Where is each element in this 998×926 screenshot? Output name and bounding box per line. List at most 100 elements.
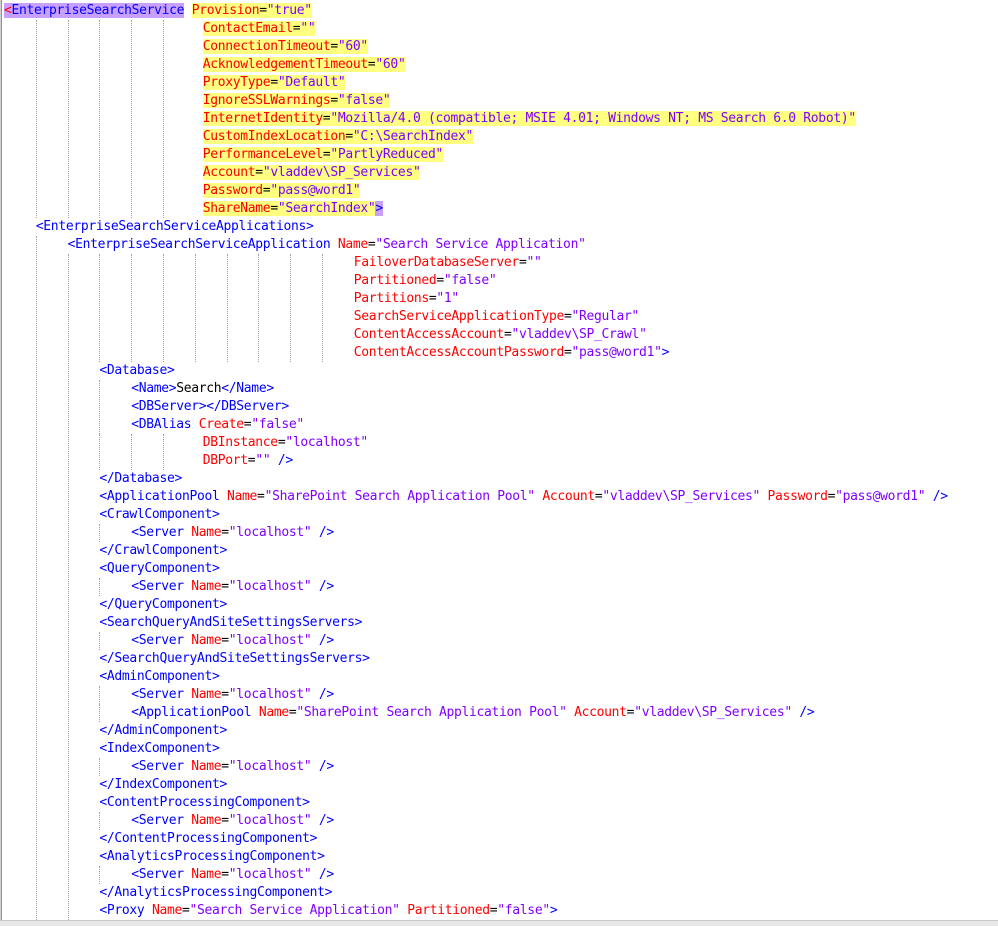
code-line[interactable]: <EnterpriseSearchService Provision="true… (4, 2, 312, 20)
code-line[interactable]: FailoverDatabaseServer="" (354, 254, 542, 272)
code-token: </CrawlComponent> (99, 543, 228, 558)
code-token: IgnoreSSLWarnings (202, 93, 331, 108)
indent-guide (163, 254, 164, 362)
code-token: /> (270, 453, 293, 468)
code-line[interactable]: IgnoreSSLWarnings="false" (202, 92, 391, 110)
code-line[interactable]: <Server Name="localhost" /> (131, 632, 334, 650)
code-line[interactable]: <Server Name="localhost" /> (131, 758, 334, 776)
code-line[interactable]: InternetIdentity="Mozilla/4.0 (compatibl… (202, 110, 856, 128)
code-line[interactable]: AcknowledgementTimeout="60" (202, 56, 406, 74)
code-token: "localhost" (228, 813, 312, 828)
code-line[interactable]: ContentAccessAccountPassword="pass@word1… (353, 344, 670, 362)
code-token: Account (574, 705, 627, 720)
code-line[interactable]: ConnectionTimeout="60" (202, 38, 368, 56)
code-line[interactable]: <ContentProcessingComponent> (99, 794, 310, 812)
indent-guide (99, 380, 101, 470)
code-line[interactable]: SearchServiceApplicationType="Regular" (354, 308, 640, 326)
code-line[interactable]: <CrawlComponent> (99, 506, 219, 524)
code-line[interactable]: <DBServer></DBServer> (131, 398, 289, 416)
code-token: <AdminComponent> (99, 669, 220, 684)
indent-guide (99, 686, 101, 704)
code-line[interactable]: <ApplicationPool Name="SharePoint Search… (131, 704, 814, 722)
code-token: "localhost" (228, 867, 312, 882)
code-token: InternetIdentity (202, 111, 323, 126)
code-line[interactable]: <SearchQueryAndSiteSettingsServers> (99, 614, 362, 632)
code-line[interactable]: <Server Name="localhost" /> (131, 866, 334, 884)
code-line[interactable]: PerformanceLevel="PartlyReduced" (202, 146, 443, 164)
code-line[interactable]: <AdminComponent> (99, 668, 219, 686)
code-line[interactable]: <Server Name="localhost" /> (131, 812, 334, 830)
code-line[interactable]: Account="vladdev\SP_Services" (202, 164, 421, 182)
code-line[interactable]: ShareName="SearchIndex"> (202, 200, 383, 218)
code-line[interactable]: <EnterpriseSearchServiceApplication Name… (68, 236, 586, 254)
code-line[interactable]: <AnalyticsProcessingComponent> (99, 848, 325, 866)
code-line[interactable]: CustomIndexLocation="C:\SearchIndex" (202, 128, 474, 146)
code-line[interactable]: </CrawlComponent> (99, 542, 227, 560)
indent-guide (163, 20, 164, 218)
code-line[interactable]: <Server Name="localhost" /> (131, 578, 334, 596)
code-token: <Server (131, 525, 192, 540)
code-token: "PartlyReduced" (330, 147, 443, 162)
code-line[interactable]: </AnalyticsProcessingComponent> (99, 884, 332, 902)
code-token: "SharePoint Search Application Pool" (264, 489, 536, 504)
code-token: EnterpriseSearchService (11, 3, 185, 18)
code-line[interactable]: Password="pass@word1" (202, 182, 361, 200)
code-line[interactable]: ProxyType="Default" (202, 74, 346, 92)
code-token: = (221, 813, 229, 828)
code-token: "Mozilla/4.0 (compatible; MSIE 4.01; Win… (330, 111, 856, 126)
code-line[interactable]: <QueryComponent> (99, 560, 219, 578)
code-token: = (221, 579, 229, 594)
code-line[interactable]: <ApplicationPool Name="SharePoint Search… (99, 488, 948, 506)
code-line[interactable]: <EnterpriseSearchServiceApplications> (36, 218, 314, 236)
code-token: /> (311, 687, 334, 702)
code-line[interactable]: <DBAlias Create="false" (131, 416, 304, 434)
code-line[interactable]: ContactEmail="" (202, 20, 316, 38)
code-token: = (257, 489, 265, 504)
code-line[interactable]: </IndexComponent> (99, 776, 227, 794)
code-token: "C:\SearchIndex" (352, 129, 474, 144)
code-line[interactable]: </SearchQueryAndSiteSettingsServers> (99, 650, 370, 668)
code-token: = (221, 633, 229, 648)
code-line[interactable]: </QueryComponent> (99, 596, 227, 614)
code-token: Name (191, 687, 222, 702)
code-line[interactable]: DBPort="" /> (203, 452, 293, 470)
code-token: = (221, 687, 229, 702)
code-token: <Server (131, 633, 192, 648)
code-line[interactable]: Partitions="1" (354, 290, 459, 308)
code-token: "vladdev\SP_Crawl" (511, 327, 647, 342)
code-token: /> (925, 489, 948, 504)
indent-guide (99, 524, 101, 542)
code-line[interactable]: </ContentProcessingComponent> (99, 830, 317, 848)
code-token: <Name> (131, 381, 177, 396)
horizontal-scrollbar[interactable] (0, 920, 998, 926)
code-line[interactable]: <Server Name="localhost" /> (131, 524, 334, 542)
code-token: = (221, 867, 229, 882)
code-token: /> (311, 579, 334, 594)
code-line[interactable]: Partitioned="false" (354, 272, 497, 290)
code-token: "false" (497, 903, 550, 918)
code-token: Name (151, 903, 182, 918)
code-token: </SearchQueryAndSiteSettingsServers> (99, 651, 370, 666)
code-token: </AdminComponent> (99, 723, 228, 738)
code-line[interactable]: <Name>Search</Name> (131, 380, 274, 398)
code-line[interactable]: ContentAccessAccount="vladdev\SP_Crawl" (354, 326, 647, 344)
code-line[interactable]: <Proxy Name="Search Service Application"… (99, 902, 557, 920)
code-line[interactable]: </Database> (99, 470, 182, 488)
code-token: </QueryComponent> (99, 597, 228, 612)
code-token: "" (300, 21, 316, 36)
code-token: Account (202, 165, 256, 180)
code-line[interactable]: <Database> (99, 362, 174, 380)
code-line[interactable]: </AdminComponent> (99, 722, 227, 740)
code-token: "pass@word1" (270, 183, 361, 198)
code-token: = (345, 129, 353, 144)
code-token: ContentAccessAccountPassword (353, 345, 565, 360)
code-token: Name (191, 525, 222, 540)
code-line[interactable]: <Server Name="localhost" /> (131, 686, 334, 704)
xml-editor[interactable]: <EnterpriseSearchService Provision="true… (0, 0, 998, 920)
code-token: "localhost" (228, 579, 312, 594)
code-token: Name (191, 579, 222, 594)
code-token: "vladdev\SP_Services" (262, 165, 421, 180)
code-line[interactable]: DBInstance="localhost" (203, 434, 368, 452)
code-line[interactable]: <IndexComponent> (99, 740, 219, 758)
